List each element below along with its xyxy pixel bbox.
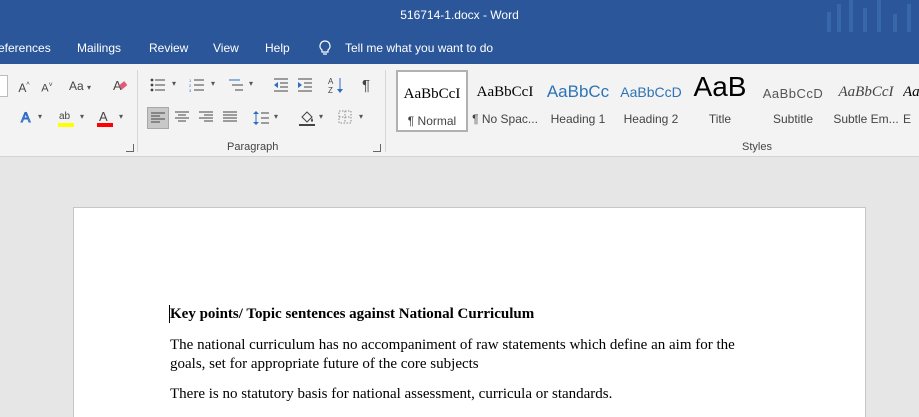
style-title[interactable]: AaB Title <box>684 70 756 132</box>
title-bar-decoration <box>819 0 919 32</box>
line-spacing-icon[interactable] <box>253 110 269 126</box>
style-name: Heading 1 <box>550 112 606 126</box>
style-preview: AaBbCcI <box>476 84 534 100</box>
line-spacing-dropdown[interactable]: ▾ <box>274 112 278 121</box>
tell-me-search[interactable]: Tell me what you want to do <box>345 41 493 55</box>
style-heading-1[interactable]: AaBbCc Heading 1 <box>542 70 614 132</box>
font-color-dropdown[interactable]: ▾ <box>119 112 123 121</box>
style-normal[interactable]: AaBbCcI ¶ Normal <box>396 70 468 132</box>
group-separator <box>137 70 138 152</box>
font-color-icon[interactable]: A <box>96 108 114 128</box>
sort-icon[interactable]: AZ <box>328 76 344 94</box>
ribbon-tabs: eferences Mailings Review View Help Tell… <box>0 32 919 64</box>
paragraph-dialog-launcher[interactable] <box>373 144 381 152</box>
title-bar: 516714-1.docx - Word <box>0 0 919 32</box>
tab-mailings[interactable]: Mailings <box>77 41 121 55</box>
highlight-color-icon[interactable]: ab <box>57 108 75 128</box>
styles-gallery: AaBbCcI ¶ Normal AaBbCcI ¶ No Spac... Aa… <box>396 70 919 132</box>
style-name: ¶ No Spac... <box>472 112 538 126</box>
bullets-icon[interactable] <box>150 78 166 92</box>
style-name: Title <box>708 112 732 126</box>
document-paragraph: There is no statutory basis for national… <box>170 386 613 402</box>
svg-text:3: 3 <box>189 88 192 92</box>
shading-dropdown[interactable]: ▾ <box>319 112 323 121</box>
svg-text:A: A <box>99 109 108 124</box>
decrease-indent-icon[interactable] <box>273 78 289 92</box>
style-name: E <box>903 112 912 126</box>
multilevel-dropdown[interactable]: ▾ <box>249 79 253 88</box>
justify-button[interactable] <box>219 107 241 129</box>
align-right-button[interactable] <box>195 107 217 129</box>
justify-icon <box>223 111 237 122</box>
style-preview: AaBbCcI <box>838 84 894 100</box>
paragraph-group-label: Paragraph <box>227 141 279 153</box>
align-left-icon <box>151 112 165 123</box>
tab-review[interactable]: Review <box>149 41 188 55</box>
numbering-dropdown[interactable]: ▾ <box>211 79 215 88</box>
align-center-button[interactable] <box>171 107 193 129</box>
svg-text:A: A <box>328 77 334 86</box>
svg-text:ab: ab <box>59 111 71 122</box>
show-formatting-marks-icon[interactable]: ¶ <box>356 75 376 97</box>
clear-formatting-icon[interactable]: A <box>112 77 128 93</box>
shrink-font-icon[interactable]: A˅ <box>38 75 56 97</box>
ribbon: A^ A˅ Aa ▾ A A ▾ ab ▾ A ▾ ▾ 123 ▾ ▾ A Z … <box>0 64 919 157</box>
align-center-icon <box>175 111 189 122</box>
window-title: 516714-1.docx - Word <box>400 8 519 22</box>
shading-icon[interactable] <box>298 109 316 127</box>
style-emphasis[interactable]: Aa E <box>903 70 919 132</box>
lightbulb-icon[interactable] <box>318 40 332 56</box>
change-case-label: Aa <box>68 79 84 93</box>
tab-view[interactable]: View <box>213 41 239 55</box>
align-left-button[interactable] <box>147 107 169 129</box>
tab-help[interactable]: Help <box>265 41 290 55</box>
document-page[interactable]: Key points/ Topic sentences against Nati… <box>73 207 866 417</box>
font-dialog-launcher[interactable] <box>126 144 134 152</box>
style-preview: AaBbCc <box>546 82 610 101</box>
font-size-box[interactable] <box>0 75 8 97</box>
style-preview: AaBbCcD <box>620 84 682 100</box>
tab-references[interactable]: eferences <box>0 41 51 55</box>
document-heading: Key points/ Topic sentences against Nati… <box>170 306 535 322</box>
text-effects-dropdown[interactable]: ▾ <box>38 112 42 121</box>
styles-group-label: Styles <box>742 141 772 153</box>
style-subtitle[interactable]: AaBbCcD Subtitle <box>757 70 829 132</box>
style-preview: AaBbCcI <box>403 86 461 102</box>
group-separator <box>385 70 386 152</box>
style-heading-2[interactable]: AaBbCcD Heading 2 <box>615 70 687 132</box>
numbering-icon[interactable]: 123 <box>189 78 205 92</box>
style-preview: Aa <box>903 84 919 100</box>
style-name: Heading 2 <box>623 112 679 126</box>
borders-icon[interactable] <box>338 110 352 124</box>
highlight-dropdown[interactable]: ▾ <box>80 112 84 121</box>
multilevel-list-icon[interactable] <box>228 78 244 92</box>
svg-text:Z: Z <box>328 86 333 94</box>
style-name: Subtle Em... <box>833 112 899 126</box>
align-right-icon <box>199 111 213 122</box>
style-no-spacing[interactable]: AaBbCcI ¶ No Spac... <box>469 70 541 132</box>
style-name: ¶ Normal <box>407 114 457 128</box>
borders-dropdown[interactable]: ▾ <box>359 112 363 121</box>
change-case-button[interactable]: Aa ▾ <box>64 75 96 97</box>
increase-indent-icon[interactable] <box>297 78 313 92</box>
svg-text:A: A <box>21 109 31 125</box>
style-subtle-emphasis[interactable]: AaBbCcI Subtle Em... <box>830 70 902 132</box>
bullets-dropdown[interactable]: ▾ <box>172 79 176 88</box>
document-paragraph: The national curriculum has no accompani… <box>170 337 735 372</box>
style-name: Subtitle <box>772 112 814 126</box>
text-effects-icon[interactable]: A <box>18 108 36 126</box>
style-preview: AaBbCcD <box>762 86 824 101</box>
style-preview: AaB <box>693 71 747 102</box>
grow-font-icon[interactable]: A^ <box>14 75 34 97</box>
